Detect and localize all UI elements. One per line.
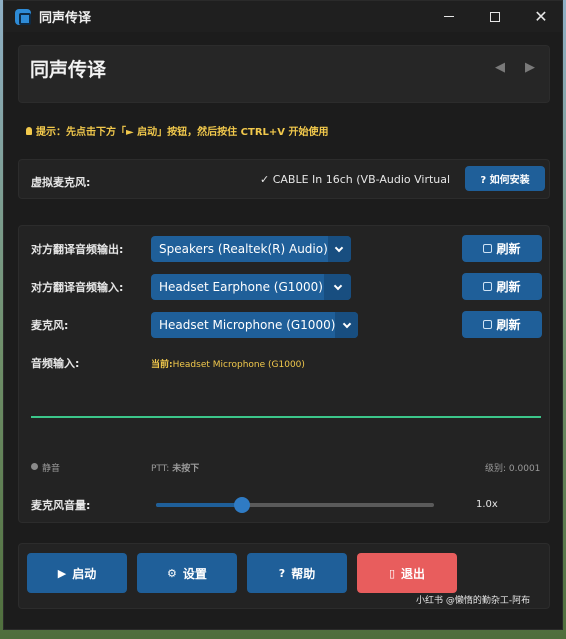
chevron-down-icon[interactable] — [324, 274, 351, 300]
maximize-button[interactable] — [472, 1, 518, 32]
ptt-state: 未按下 — [172, 464, 200, 474]
settings-label: 设置 — [182, 566, 207, 581]
play-icon: ▶ — [57, 566, 67, 580]
mic-volume-label: 麦克风音量: — [31, 499, 91, 512]
app-window: 同声传译 ✕ 同声传译 ◀ ▶ 提示：先点击下方「► 启动」按钮，然后按住 CT… — [3, 0, 563, 630]
devices-panel: 对方翻译音频输出: Speakers (Realtek(R) Audio) 刷新… — [18, 225, 550, 523]
page-title: 同声传译 — [30, 59, 107, 81]
partner-output-select[interactable]: Speakers (Realtek(R) Audio) — [151, 236, 351, 262]
refresh-icon — [483, 320, 493, 329]
refresh-icon — [483, 282, 493, 291]
partner-input-label: 对方翻译音频输入: — [31, 281, 124, 294]
how-to-install-button[interactable]: ? 如何安装 — [465, 166, 545, 191]
microphone-label: 麦克风: — [31, 319, 69, 332]
refresh-icon — [483, 244, 493, 253]
mic-volume-slider[interactable] — [156, 497, 434, 513]
refresh-output-button[interactable]: 刷新 — [462, 235, 542, 262]
title-bar[interactable]: 同声传译 ✕ — [4, 1, 562, 32]
level-prefix: 级别: — [485, 464, 507, 474]
tip-text: 提示：先点击下方「► 启动」按钮，然后按住 CTRL+V 开始使用 — [36, 127, 329, 138]
header-panel: 同声传译 ◀ ▶ — [18, 45, 550, 103]
start-button[interactable]: ▶ 启动 — [27, 553, 127, 593]
close-button[interactable]: ✕ — [518, 1, 562, 32]
usage-tip: 提示：先点击下方「► 启动」按钮，然后按住 CTRL+V 开始使用 — [26, 123, 329, 138]
virtual-mic-panel: 虚拟麦克风: ✓ CABLE In 16ch (VB-Audio Virtual… — [18, 159, 550, 199]
ptt-status: PTT: 未按下 — [151, 461, 199, 474]
partner-output-label: 对方翻译音频输出: — [31, 243, 124, 256]
current-device-text: 当前:Headset Microphone (G1000) — [151, 357, 305, 370]
start-label: 启动 — [72, 566, 97, 581]
minimize-icon — [444, 16, 454, 17]
maximize-icon — [490, 11, 500, 22]
refresh-input-button[interactable]: 刷新 — [462, 273, 542, 300]
level-value: 0.0001 — [508, 464, 541, 474]
virtual-mic-status: ✓ CABLE In 16ch (VB-Audio Virtual — [260, 173, 451, 186]
refresh-mic-button[interactable]: 刷新 — [462, 311, 542, 338]
partner-input-value: Headset Earphone (G1000) — [159, 280, 323, 294]
settings-button[interactable]: ⚙ 设置 — [137, 553, 237, 593]
lightbulb-icon — [26, 126, 32, 135]
close-icon: ✕ — [534, 7, 548, 26]
gear-icon: ⚙ — [167, 566, 177, 580]
partner-input-select[interactable]: Headset Earphone (G1000) — [151, 274, 351, 300]
partner-output-value: Speakers (Realtek(R) Audio) — [159, 242, 328, 256]
mic-volume-value: 1.0x — [476, 499, 498, 510]
mute-indicator-icon — [31, 463, 38, 470]
exit-label: 退出 — [401, 566, 426, 581]
app-logo-icon — [15, 8, 31, 25]
refresh-label: 刷新 — [496, 242, 521, 256]
audio-input-label: 音频输入: — [31, 357, 80, 370]
microphone-value: Headset Microphone (G1000) — [159, 318, 336, 332]
level-readout: 级别: 0.0001 — [485, 461, 540, 474]
minimize-button[interactable] — [426, 1, 472, 32]
current-device: Headset Microphone (G1000) — [172, 360, 305, 370]
prev-arrow-icon[interactable]: ◀ — [495, 60, 505, 75]
current-prefix: 当前: — [151, 360, 173, 370]
virtual-mic-label: 虚拟麦克风: — [31, 176, 91, 189]
slider-fill — [156, 503, 243, 507]
watermark: 小红书 @懒惰的勤杂工-阿布 — [416, 596, 531, 606]
audio-waveform — [31, 416, 541, 418]
exit-icon: ▯ — [388, 566, 396, 580]
next-arrow-icon[interactable]: ▶ — [525, 60, 535, 75]
help-button[interactable]: ? 帮助 — [247, 553, 347, 593]
exit-button[interactable]: ▯ 退出 — [357, 553, 457, 593]
refresh-label: 刷新 — [496, 318, 521, 332]
slider-thumb[interactable] — [234, 497, 251, 513]
ptt-prefix: PTT: — [151, 464, 170, 474]
chevron-down-icon[interactable] — [327, 236, 351, 262]
window-title: 同声传译 — [39, 11, 92, 26]
microphone-select[interactable]: Headset Microphone (G1000) — [151, 312, 358, 338]
mute-label: 静音 — [42, 464, 61, 474]
help-label: 帮助 — [291, 566, 316, 581]
chevron-down-icon[interactable] — [335, 312, 358, 338]
question-icon: ? — [278, 566, 286, 580]
refresh-label: 刷新 — [496, 280, 521, 294]
